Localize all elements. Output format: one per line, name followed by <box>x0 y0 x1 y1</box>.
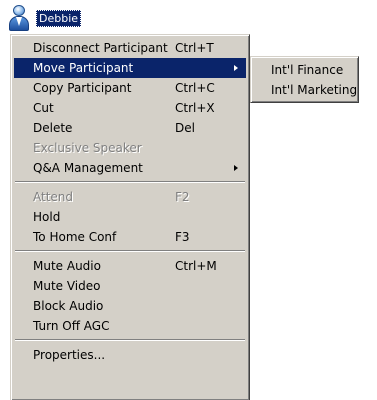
person-icon <box>7 4 31 32</box>
menu-item-label: Move Participant <box>33 61 134 75</box>
move-participant-submenu: Int'l Finance Int'l Marketing <box>250 56 359 103</box>
participant-name[interactable]: Debbie <box>36 9 82 27</box>
menu-item-label: Block Audio <box>33 299 104 313</box>
menu-item-shortcut: F2 <box>175 190 190 204</box>
menu-item-to-home-conf[interactable]: To Home Conf F3 <box>14 227 246 247</box>
menu-item-label: Attend <box>33 190 74 204</box>
menu-item-shortcut: Ctrl+M <box>175 259 217 273</box>
menu-item-mute-video[interactable]: Mute Video <box>14 276 246 296</box>
menu-item-label: Disconnect Participant <box>33 41 168 55</box>
menu-item-shortcut: Del <box>175 121 195 135</box>
menu-separator <box>14 178 246 187</box>
menu-item-label: Exclusive Speaker <box>33 141 142 155</box>
menu-item-label: Int'l Finance <box>271 63 344 77</box>
menu-item-label: Q&A Management <box>33 161 143 175</box>
submenu-arrow-icon <box>234 165 238 171</box>
menu-item-copy-participant[interactable]: Copy Participant Ctrl+C <box>14 78 246 98</box>
menu-item-disconnect-participant[interactable]: Disconnect Participant Ctrl+T <box>14 38 246 58</box>
menu-item-label: Cut <box>33 101 54 115</box>
menu-separator <box>14 247 246 256</box>
submenu-arrow-icon <box>234 65 238 71</box>
menu-item-move-participant[interactable]: Move Participant <box>14 58 246 78</box>
submenu-item-intl-marketing[interactable]: Int'l Marketing <box>254 80 358 100</box>
participant-header[interactable]: Debbie <box>7 4 82 32</box>
menu-item-cut[interactable]: Cut Ctrl+X <box>14 98 246 118</box>
menu-item-label: Properties... <box>33 348 106 362</box>
menu-item-label: Mute Audio <box>33 259 101 273</box>
menu-item-block-audio[interactable]: Block Audio <box>14 296 246 316</box>
menu-item-shortcut: Ctrl+T <box>175 41 214 55</box>
menu-item-label: Hold <box>33 210 61 224</box>
menu-item-label: Delete <box>33 121 73 135</box>
menu-item-hold[interactable]: Hold <box>14 207 246 227</box>
menu-item-shortcut: Ctrl+X <box>175 101 215 115</box>
menu-separator <box>14 336 246 345</box>
menu-item-exclusive-speaker: Exclusive Speaker <box>14 138 246 158</box>
menu-item-shortcut: F3 <box>175 230 190 244</box>
menu-item-qa-management[interactable]: Q&A Management <box>14 158 246 178</box>
participant-context-menu: Disconnect Participant Ctrl+T Move Parti… <box>10 34 250 400</box>
menu-item-shortcut: Ctrl+C <box>175 81 215 95</box>
menu-item-properties[interactable]: Properties... <box>14 345 246 365</box>
menu-item-label: To Home Conf <box>33 230 117 244</box>
menu-item-turn-off-agc[interactable]: Turn Off AGC <box>14 316 246 336</box>
menu-item-label: Mute Video <box>33 279 101 293</box>
menu-item-delete[interactable]: Delete Del <box>14 118 246 138</box>
menu-item-mute-audio[interactable]: Mute Audio Ctrl+M <box>14 256 246 276</box>
menu-item-label: Int'l Marketing <box>271 83 358 97</box>
menu-item-label: Turn Off AGC <box>33 319 110 333</box>
submenu-item-intl-finance[interactable]: Int'l Finance <box>254 60 355 80</box>
menu-item-label: Copy Participant <box>33 81 132 95</box>
menu-item-attend: Attend F2 <box>14 187 246 207</box>
